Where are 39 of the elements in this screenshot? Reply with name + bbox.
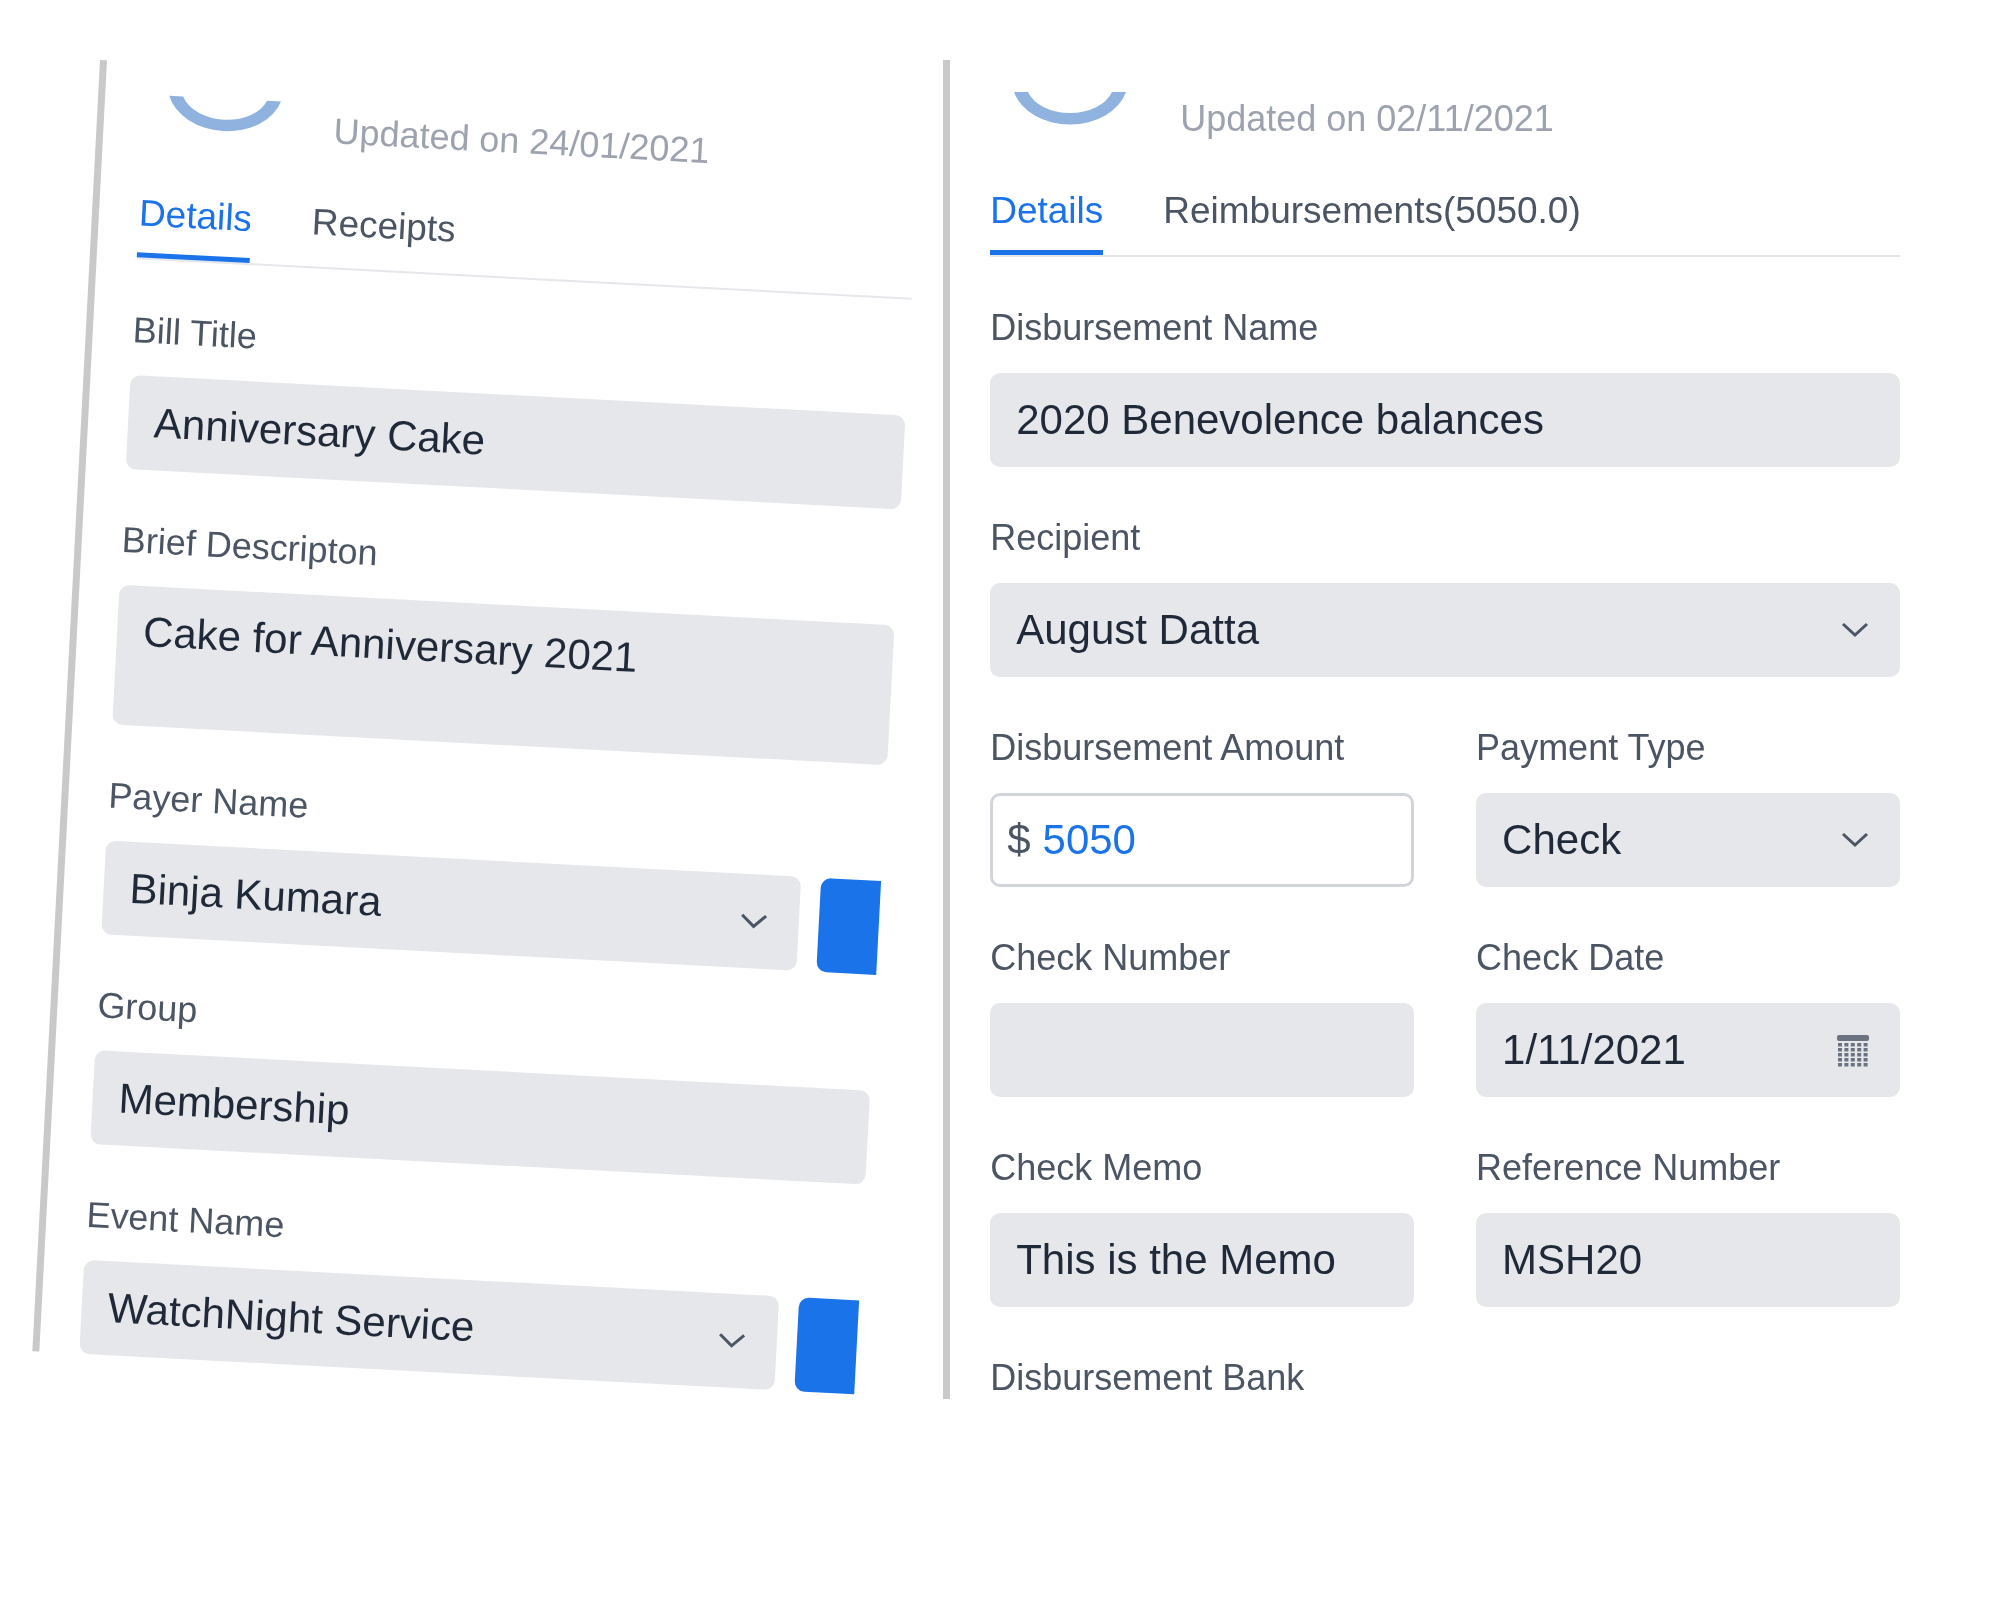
input-field[interactable]: This is the Memo [990,1213,1415,1307]
dropdown-field[interactable]: WatchNight Service [79,1259,780,1391]
field-label: Check Date [1476,937,1666,979]
field-label: Event Name [85,1193,287,1248]
updated-date: Updated on 24/01/2021 [332,110,711,172]
input-field[interactable] [990,1003,1415,1097]
input-field[interactable]: 2020 Benevolence balances [990,373,1900,467]
field-label: Disbursement Name [990,307,1320,349]
tab[interactable]: Details [990,180,1104,255]
dropdown-field[interactable]: Check [1476,793,1900,887]
field-label: Recipient [990,517,1142,559]
field-label: Check Memo [990,1147,1204,1189]
date-field[interactable]: 1/11/2021 [1476,1003,1900,1097]
chevron-down-icon [1840,831,1870,849]
chevron-down-icon [716,1331,748,1351]
input-field[interactable]: Anniversary Cake [125,375,906,510]
field-label: Disbursement Amount [990,727,1346,769]
dropdown-field[interactable]: August Datta [990,583,1900,677]
input-field[interactable]: MSH20 [1476,1213,1900,1307]
field-label: Reference Number [1476,1147,1782,1189]
field-label: Payment Type [1476,727,1707,769]
chevron-down-icon [1840,621,1870,639]
input-field[interactable]: Membership [90,1050,871,1185]
calendar-icon [1836,1032,1870,1068]
field-label: Payer Name [107,774,311,828]
field-label: Bill Title [131,309,259,359]
amount-field[interactable]: $ 5050 [990,793,1415,887]
tab[interactable]: Receipts [309,191,458,274]
text-area[interactable]: Cake for Anniversary 2021 [112,584,895,766]
field-label: Group [96,984,200,1033]
field-label: Brief Descripton [120,518,380,576]
tab[interactable]: Reimbursements(5050.0) [1163,180,1581,255]
field-label: Check Number [990,937,1232,979]
tab[interactable]: Details [136,182,254,264]
side-button[interactable] [816,877,882,975]
side-button[interactable] [794,1297,860,1395]
updated-date: Updated on 02/11/2021 [1180,98,1554,140]
field-label: Disbursement Bank [990,1357,1306,1399]
dropdown-field[interactable]: Binja Kumara [101,840,802,971]
